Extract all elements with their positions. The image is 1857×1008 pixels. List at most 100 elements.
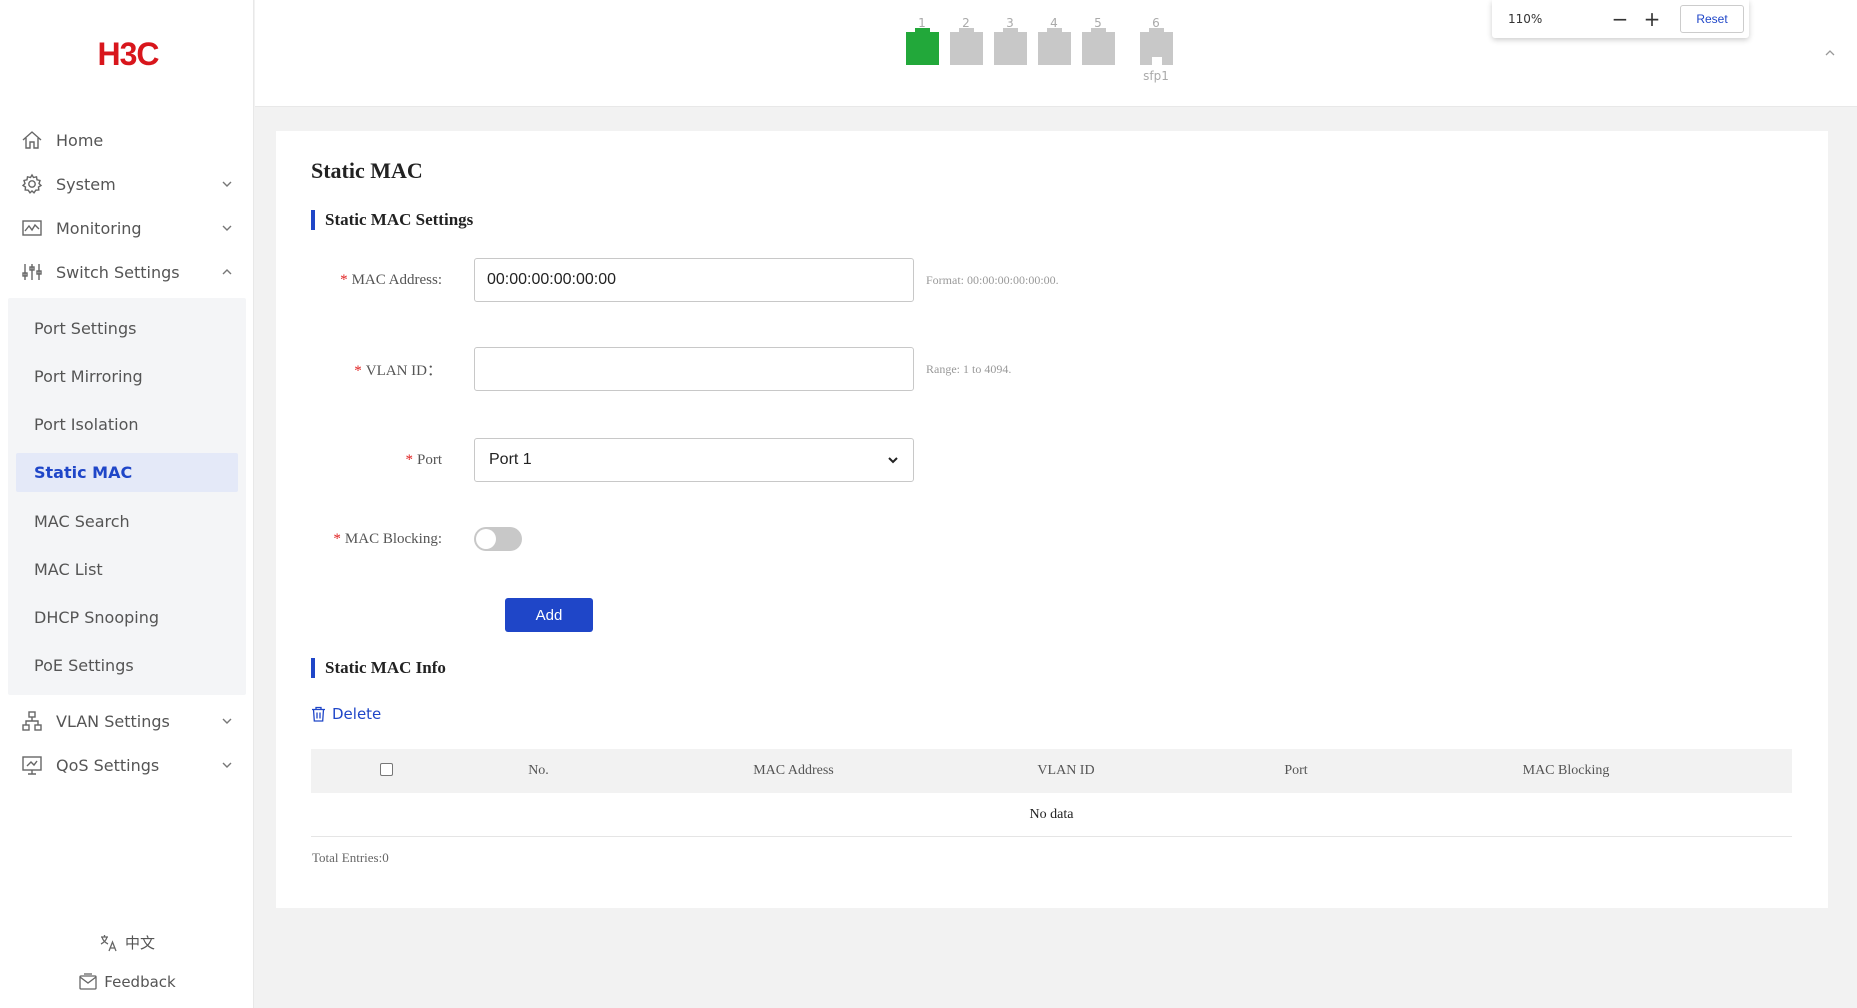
- mac-blocking-row: * MAC Blocking:: [276, 527, 522, 551]
- port-panel: 1 2 3 4 5 6 sfp1: [900, 14, 1178, 83]
- sidebar: H3C Home System Monitoring Switch Settin…: [0, 0, 254, 1008]
- chevron-down-icon: [222, 718, 232, 724]
- sidebar-item-static-mac[interactable]: Static MAC: [16, 453, 238, 492]
- sidebar-item-port-mirroring[interactable]: Port Mirroring: [16, 352, 238, 400]
- section-title: Static MAC Info: [325, 658, 446, 677]
- mac-blocking-label: * MAC Blocking:: [276, 531, 474, 548]
- port-label: * Port: [276, 452, 474, 469]
- delete-button[interactable]: Delete: [311, 705, 381, 723]
- mac-blocking-toggle[interactable]: [474, 527, 522, 551]
- zoom-out-button[interactable]: −: [1604, 7, 1636, 31]
- chevron-down-icon: [222, 762, 232, 768]
- port-status-indicator: [905, 28, 939, 65]
- static-mac-table: No. MAC Address VLAN ID Port MAC Blockin…: [311, 749, 1792, 837]
- port-status-indicator: [1081, 28, 1115, 65]
- port-6-sfp[interactable]: 6 sfp1: [1134, 14, 1178, 83]
- label-text: MAC Blocking:: [344, 530, 442, 547]
- port-status-indicator: [1037, 28, 1071, 65]
- mac-format-hint: Format: 00:00:00:00:00:00.: [926, 272, 1059, 287]
- select-all-cell: [311, 762, 461, 780]
- col-vlan-id[interactable]: VLAN ID: [971, 763, 1161, 779]
- language-switch[interactable]: 中文: [0, 932, 254, 953]
- page-title: Static MAC: [311, 158, 423, 183]
- sidebar-item-label: Switch Settings: [56, 262, 180, 282]
- top-bar: 1 2 3 4 5 6 sfp1 110% − + Reset: [255, 0, 1857, 107]
- required-mark: *: [333, 530, 341, 547]
- port-status-indicator: [993, 28, 1027, 65]
- sidebar-item-label: System: [56, 174, 116, 194]
- qos-icon: [20, 753, 44, 777]
- delete-label: Delete: [332, 705, 382, 723]
- label-text: MAC Address:: [351, 271, 442, 288]
- svg-text:H3C: H3C: [97, 36, 159, 72]
- section-title: Static MAC Settings: [325, 210, 474, 229]
- sidebar-nav: Home System Monitoring Switch Settings P…: [0, 118, 254, 787]
- sidebar-item-mac-list[interactable]: MAC List: [16, 545, 238, 593]
- vlan-id-row: * VLAN ID： Range: 1 to 4094.: [276, 347, 1011, 391]
- sidebar-item-dhcp-snooping[interactable]: DHCP Snooping: [16, 593, 238, 641]
- sidebar-item-home[interactable]: Home: [0, 118, 254, 162]
- vlan-id-label: * VLAN ID：: [276, 359, 474, 380]
- sidebar-item-label: Monitoring: [56, 218, 142, 238]
- port-1[interactable]: 1: [900, 14, 944, 83]
- section-accent-bar: [311, 658, 315, 678]
- sidebar-item-vlan-settings[interactable]: VLAN Settings: [0, 699, 254, 743]
- sidebar-item-port-isolation[interactable]: Port Isolation: [16, 400, 238, 448]
- chevron-up-icon[interactable]: [1823, 46, 1837, 60]
- sidebar-item-port-settings[interactable]: Port Settings: [16, 304, 238, 352]
- table-header: No. MAC Address VLAN ID Port MAC Blockin…: [311, 749, 1792, 793]
- feedback-label: Feedback: [104, 973, 176, 991]
- chevron-down-icon: [222, 181, 232, 187]
- sidebar-item-label: Home: [56, 130, 104, 150]
- col-no[interactable]: No.: [461, 763, 616, 779]
- settings-section-header: Static MAC Settings: [311, 210, 473, 230]
- zoom-in-button[interactable]: +: [1636, 7, 1668, 31]
- zoom-reset-button[interactable]: Reset: [1680, 5, 1744, 33]
- sidebar-item-poe-settings[interactable]: PoE Settings: [16, 641, 238, 689]
- sidebar-item-switch-settings[interactable]: Switch Settings: [0, 250, 254, 294]
- sidebar-item-qos-settings[interactable]: QoS Settings: [0, 743, 254, 787]
- language-label: 中文: [124, 934, 155, 952]
- sidebar-item-mac-search[interactable]: MAC Search: [16, 497, 238, 545]
- port-status-indicator: [1139, 28, 1173, 65]
- sidebar-item-system[interactable]: System: [0, 162, 254, 206]
- required-mark: *: [340, 271, 348, 288]
- section-accent-bar: [311, 210, 315, 230]
- vlan-id-input[interactable]: [474, 347, 914, 391]
- port-row: * Port Port 1: [276, 438, 914, 482]
- trash-icon: [312, 706, 325, 722]
- add-button[interactable]: Add: [505, 598, 593, 632]
- vlan-range-hint: Range: 1 to 4094.: [926, 361, 1012, 376]
- sidebar-item-label: VLAN Settings: [56, 711, 170, 731]
- h3c-logo[interactable]: H3C: [78, 34, 178, 74]
- mac-address-label: * MAC Address:: [276, 272, 474, 289]
- col-mac-blocking[interactable]: MAC Blocking: [1431, 763, 1701, 779]
- switch-settings-submenu: Port Settings Port Mirroring Port Isolat…: [8, 298, 246, 695]
- port-sub-label: sfp1: [1143, 69, 1169, 83]
- port-3[interactable]: 3: [988, 14, 1032, 83]
- sidebar-item-monitoring[interactable]: Monitoring: [0, 206, 254, 250]
- info-section-header: Static MAC Info: [311, 658, 446, 678]
- main-card: Static MAC Static MAC Settings * MAC Addr…: [276, 131, 1828, 908]
- chevron-down-icon: [888, 457, 898, 464]
- port-select[interactable]: Port 1: [474, 438, 914, 482]
- zoom-level: 110%: [1508, 12, 1543, 26]
- mac-address-input[interactable]: [474, 258, 914, 302]
- total-entries: Total Entries:0: [312, 850, 389, 865]
- feedback-icon: [79, 973, 97, 990]
- mac-address-row: *MAC Address: Format: 00:00:00:00:00:00.: [276, 258, 1059, 302]
- port-2[interactable]: 2: [944, 14, 988, 83]
- col-mac-address[interactable]: MAC Address: [616, 763, 971, 779]
- port-5[interactable]: 5: [1076, 14, 1120, 83]
- feedback-link[interactable]: Feedback: [0, 972, 254, 992]
- required-mark: *: [354, 362, 362, 379]
- col-port[interactable]: Port: [1161, 763, 1431, 779]
- home-icon: [20, 128, 44, 152]
- zoom-control: 110% − + Reset: [1492, 0, 1749, 38]
- gear-icon: [20, 172, 44, 196]
- select-all-checkbox[interactable]: [379, 762, 393, 776]
- empty-state: No data: [311, 793, 1792, 837]
- sliders-icon: [20, 260, 44, 284]
- network-icon: [20, 709, 44, 733]
- port-4[interactable]: 4: [1032, 14, 1076, 83]
